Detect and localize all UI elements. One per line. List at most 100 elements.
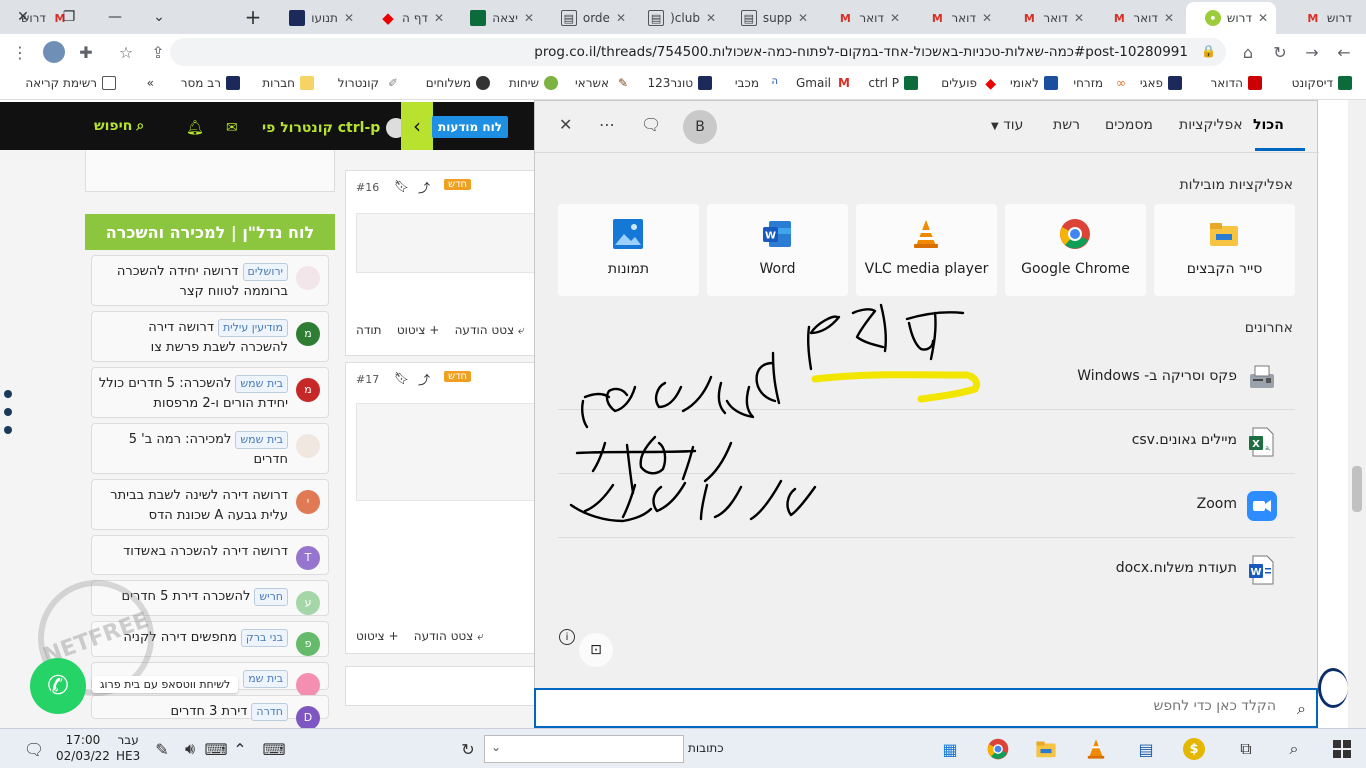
app-file-explorer[interactable]: סייר הקבצים bbox=[1154, 204, 1295, 296]
location-tag[interactable]: בית שמש bbox=[235, 375, 288, 393]
tab-11[interactable]: ✕ דף ה ◆ bbox=[364, 2, 452, 34]
bookmark-1[interactable]: דיסקונט bbox=[1292, 76, 1352, 90]
close-icon[interactable]: ✕ bbox=[524, 11, 534, 25]
bookmark-6[interactable]: ◆ פועלים bbox=[941, 76, 996, 92]
calendar-app-icon[interactable]: ▦ bbox=[938, 737, 962, 761]
home-icon[interactable]: ⌂ bbox=[1236, 40, 1260, 64]
keyboard-icon[interactable]: ⌨ bbox=[262, 737, 286, 761]
search-input[interactable] bbox=[546, 698, 1276, 714]
tray-chevron-icon[interactable]: ⌃ bbox=[228, 737, 252, 761]
listing-item[interactable]: D חדרהדירת 3 חדרים bbox=[91, 695, 329, 728]
bookmark-9[interactable]: ה מכבי bbox=[735, 76, 778, 90]
bookmark-star-icon[interactable]: ☆ bbox=[114, 40, 138, 64]
chevron-left-icon[interactable]: ‹ bbox=[401, 102, 433, 150]
recent-item-csv[interactable]: Xa, מיילים גאונים.csv bbox=[558, 410, 1295, 474]
tab-1-gmail[interactable]: דרוש M bbox=[1276, 2, 1366, 34]
post-number[interactable]: #16 bbox=[356, 181, 379, 194]
info-icon[interactable]: i bbox=[559, 629, 575, 645]
chrome-taskbar-icon[interactable] bbox=[986, 737, 1010, 761]
location-tag[interactable]: בית שמ bbox=[243, 670, 288, 688]
location-tag[interactable]: מודיעין עילית bbox=[217, 319, 288, 337]
tab-2-active[interactable]: ✕ דרוש • bbox=[1186, 2, 1276, 34]
search-link[interactable]: ⌕ חיפוש bbox=[94, 118, 144, 134]
profile-avatar[interactable] bbox=[42, 40, 66, 64]
menu-icon[interactable]: ⋮ bbox=[8, 40, 32, 64]
extensions-icon[interactable]: ✚ bbox=[74, 40, 98, 64]
news-board-button[interactable]: לוח מודעות bbox=[432, 116, 508, 138]
location-tag[interactable]: חדרה bbox=[251, 703, 288, 721]
listing-item[interactable]: מ בית שמשלהשכרה: 5 חדרים כולל יחידת הורים… bbox=[91, 367, 329, 418]
mail-icon[interactable]: ✉ bbox=[226, 120, 238, 136]
reading-list[interactable]: רשימת קריאה bbox=[25, 76, 116, 90]
file-explorer-taskbar-icon[interactable] bbox=[1034, 737, 1058, 761]
bookmark-12[interactable]: שיחות bbox=[509, 76, 558, 90]
close-icon[interactable]: ✕ bbox=[1258, 11, 1268, 25]
share-icon[interactable]: ⤴ bbox=[418, 371, 430, 388]
post-number[interactable]: #17 bbox=[356, 373, 379, 386]
bell-icon[interactable]: 🔔︎ bbox=[186, 120, 204, 136]
brand[interactable]: ctrl-p קונטרול פי bbox=[262, 118, 407, 138]
bookmark-icon[interactable]: 🔖︎ bbox=[394, 179, 409, 193]
tab-9[interactable]: ✕ orde ▤ bbox=[546, 2, 634, 34]
bookmark-4[interactable]: ∞ מזרחי bbox=[1073, 76, 1126, 90]
close-icon[interactable]: ✕ bbox=[1074, 11, 1084, 25]
recent-item-zoom[interactable]: Zoom bbox=[558, 474, 1295, 538]
recent-item-fax[interactable]: פקס וסריקה ב- Windows bbox=[558, 346, 1295, 410]
chevron-down-icon[interactable]: ⌄ bbox=[491, 740, 501, 754]
feedback-icon[interactable]: 🗨︎ bbox=[641, 115, 661, 134]
clock[interactable]: 17:00 02/03/22 bbox=[56, 732, 110, 764]
bookmark-13[interactable]: משלוחים bbox=[426, 76, 490, 90]
network-icon[interactable]: ⌨ bbox=[204, 737, 228, 761]
task-view-icon[interactable]: ⧉ bbox=[1234, 737, 1258, 761]
quote-button[interactable]: + ציטוט bbox=[397, 323, 440, 337]
close-icon[interactable]: ✕ bbox=[706, 11, 716, 25]
bookmark-16[interactable]: רב מסר bbox=[181, 76, 240, 90]
quote-button[interactable]: + ציטוט bbox=[356, 629, 399, 643]
listing-item[interactable]: מ מודיעין עיליתדרושה דירה להשכרה לשבת פרש… bbox=[91, 311, 329, 362]
calculator-icon[interactable]: ▤ bbox=[1134, 737, 1158, 761]
thanks-button[interactable]: תודה bbox=[356, 323, 382, 337]
back-icon[interactable]: ← bbox=[1332, 40, 1356, 64]
pen-icon[interactable]: ✎ bbox=[150, 737, 174, 761]
address-toolbar-input[interactable]: ⌄ bbox=[484, 735, 684, 763]
bookmark-15[interactable]: חברות bbox=[262, 76, 314, 90]
omnibox[interactable]: prog.co.il/threads/754500.כמה-שאלות-טכני… bbox=[170, 38, 1226, 66]
location-tag[interactable]: בני ברק bbox=[240, 629, 288, 647]
side-menu-dot[interactable] bbox=[4, 390, 12, 398]
side-menu-dot[interactable] bbox=[4, 408, 12, 416]
location-tag[interactable]: חריש bbox=[254, 588, 288, 606]
close-icon[interactable]: ✕ bbox=[559, 115, 572, 134]
tab-5[interactable]: ✕ דואר M bbox=[912, 2, 1000, 34]
app-photos[interactable]: תמונות bbox=[558, 204, 699, 296]
bookmarks-overflow[interactable]: » bbox=[147, 76, 154, 90]
listing-item[interactable]: י דרושה דירה לשינה לשבת בביתר עלית גבעה A… bbox=[91, 479, 329, 530]
tab-7[interactable]: ✕ supp ▤ bbox=[728, 2, 816, 34]
tab-6[interactable]: ✕ דואר M bbox=[820, 2, 908, 34]
account-avatar[interactable]: B bbox=[683, 110, 717, 144]
share-icon[interactable]: ⇪ bbox=[146, 40, 170, 64]
close-icon[interactable]: ✕ bbox=[798, 11, 808, 25]
visual-search-icon[interactable]: ⊡ bbox=[579, 633, 613, 667]
tab-search-button[interactable]: ⌄ bbox=[136, 0, 182, 34]
reload-icon[interactable]: ↻ bbox=[1268, 40, 1292, 64]
close-icon[interactable]: ✕ bbox=[1164, 11, 1174, 25]
close-icon[interactable]: ✕ bbox=[982, 11, 992, 25]
app-chrome[interactable]: Google Chrome bbox=[1005, 204, 1146, 296]
bookmark-10[interactable]: טונר123 bbox=[647, 76, 712, 90]
bookmark-14[interactable]: ✐ קונטרול bbox=[338, 76, 398, 90]
tab-8[interactable]: ✕ club( ▤ bbox=[636, 2, 724, 34]
restore-button[interactable]: ❐ bbox=[46, 0, 92, 34]
tab-documents[interactable]: מסמכים bbox=[1105, 117, 1153, 133]
bookmark-icon[interactable]: 🔖︎ bbox=[394, 371, 409, 385]
quote-reply-button[interactable]: ⤶ צטט הודעה bbox=[414, 629, 484, 643]
bookmark-2[interactable]: הדואר bbox=[1211, 76, 1262, 90]
tab-more[interactable]: עוד ▼ bbox=[991, 117, 1023, 133]
location-tag[interactable]: בית שמש bbox=[235, 431, 288, 449]
refresh-icon[interactable]: ↻ bbox=[456, 737, 480, 761]
finance-app-icon[interactable]: $ bbox=[1182, 737, 1206, 761]
lock-icon[interactable]: 🔒 bbox=[1201, 44, 1216, 58]
tab-12[interactable]: ✕ תנועו bbox=[274, 2, 362, 34]
tab-web[interactable]: רשת bbox=[1053, 117, 1080, 133]
listing-item[interactable]: T דרושה דירה להשכרה באשדוד bbox=[91, 535, 329, 575]
close-icon[interactable]: ✕ bbox=[890, 11, 900, 25]
